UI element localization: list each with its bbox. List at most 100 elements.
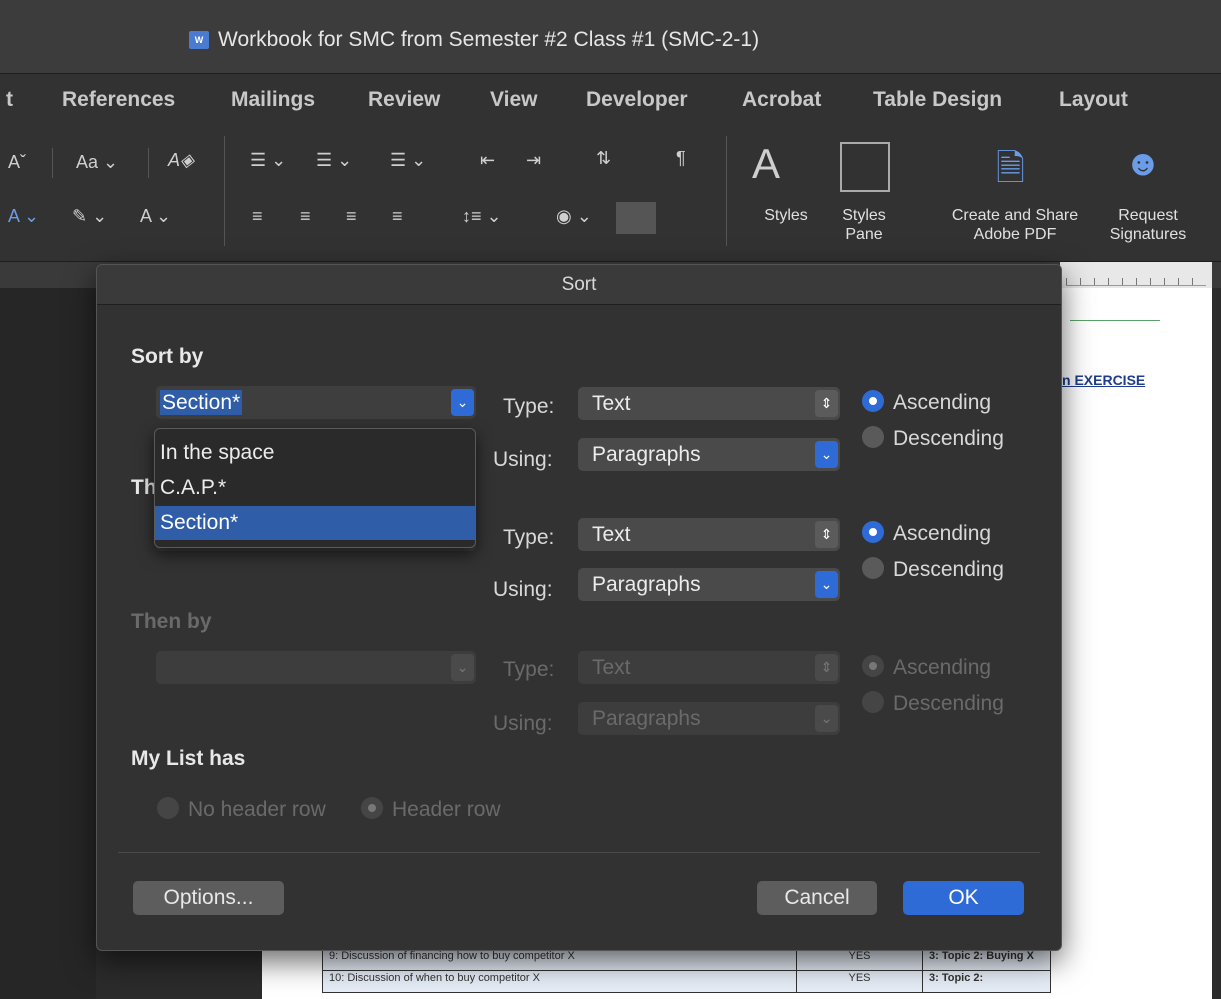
chevron-down-icon: ⌄ (451, 654, 474, 681)
cancel-button[interactable]: Cancel (757, 881, 877, 915)
align-center-icon[interactable]: ≡ (300, 206, 311, 227)
numbering-icon[interactable]: ☰ ⌄ (316, 150, 352, 171)
then-by-descending-label[interactable]: Descending (893, 558, 1004, 582)
then-by-using-value: Paragraphs (592, 573, 701, 596)
text-effects-icon[interactable]: A ⌄ (8, 206, 39, 227)
then-by-type-select[interactable]: Text ⇕ (578, 518, 840, 551)
tab-review[interactable]: Review (368, 88, 440, 112)
sort-by-using-label: Using: (493, 448, 553, 471)
sort-by-column-select[interactable]: Section* ⌄ (156, 386, 476, 419)
then-by-2-using-select: Paragraphs ⌄ (578, 702, 840, 735)
then-by-using-select[interactable]: Paragraphs ⌄ (578, 568, 840, 601)
decrease-indent-icon[interactable]: ⇤ (480, 150, 495, 171)
request-signatures-icon[interactable]: ☻ (1124, 142, 1162, 184)
page-rule (1070, 320, 1160, 321)
updown-chevron-icon[interactable]: ⇕ (815, 521, 838, 548)
header-row-radio (361, 797, 383, 819)
tab-layout[interactable]: Layout (1059, 88, 1128, 112)
then-by-2-column-select: ⌄ (156, 651, 476, 684)
sort-by-dropdown-list[interactable]: In the space C.A.P.* Section* (154, 428, 476, 548)
sort-by-ascending-radio[interactable] (862, 390, 884, 412)
table-row[interactable]: 9: Discussion of financing how to buy co… (322, 948, 1051, 971)
request-signatures-label[interactable]: Request Signatures (1088, 206, 1208, 244)
chevron-down-icon[interactable]: ⌄ (451, 389, 474, 416)
borders-icon[interactable] (616, 202, 656, 234)
sort-icon[interactable]: ⇅ (596, 148, 611, 169)
then-by-2-using-value: Paragraphs (592, 707, 701, 730)
document-margin-area (0, 288, 96, 999)
sort-by-ascending-label[interactable]: Ascending (893, 391, 991, 415)
chevron-down-icon[interactable]: ⌄ (815, 441, 838, 468)
ribbon-tabs: t References Mailings Review View Develo… (0, 74, 1221, 126)
line-spacing-icon[interactable]: ↕≡ ⌄ (462, 206, 502, 227)
then-by-2-ascending-radio (862, 655, 884, 677)
separator (224, 136, 225, 246)
then-by-2-heading: Then by (131, 610, 212, 633)
create-pdf-icon[interactable]: 🗎 (996, 142, 1025, 203)
sort-by-using-value: Paragraphs (592, 443, 701, 466)
styles-pane-icon[interactable] (840, 142, 890, 192)
sort-dialog: Sort (96, 264, 1062, 951)
create-pdf-label[interactable]: Create and Share Adobe PDF (928, 206, 1102, 244)
styles-pane-label[interactable]: Styles Pane (830, 206, 898, 244)
then-by-2-descending-label: Descending (893, 692, 1004, 715)
table-row[interactable]: 10: Discussion of when to buy competitor… (322, 970, 1051, 993)
multilevel-list-icon[interactable]: ☰ ⌄ (390, 150, 426, 171)
separator (726, 136, 727, 246)
word-document-icon: W (189, 31, 209, 49)
sort-by-descending-radio[interactable] (862, 426, 884, 448)
then-by-ascending-label[interactable]: Ascending (893, 522, 991, 546)
dropdown-option[interactable]: C.A.P.* (155, 471, 475, 505)
table-cell: 3: Topic 2: Buying X (922, 948, 1051, 971)
table-cell: YES (796, 948, 923, 971)
align-left-icon[interactable]: ≡ (252, 206, 263, 227)
then-by-2-descending-radio (862, 691, 884, 713)
then-by-2-type-label: Type: (503, 658, 555, 681)
exercise-link[interactable]: n EXERCISE (1062, 372, 1145, 388)
then-by-ascending-radio[interactable] (862, 521, 884, 543)
shading-icon[interactable]: ◉ ⌄ (556, 206, 592, 227)
tab-references[interactable]: References (62, 88, 175, 112)
dialog-title: Sort (97, 265, 1061, 305)
tab-table-design[interactable]: Table Design (873, 88, 1002, 112)
increase-indent-icon[interactable]: ⇥ (526, 150, 541, 171)
chevron-down-icon: ⌄ (815, 705, 838, 732)
tab-mailings[interactable]: Mailings (231, 88, 315, 112)
clear-formatting-icon[interactable]: A◈ (168, 150, 194, 171)
tab-developer[interactable]: Developer (586, 88, 688, 112)
word-app-window: W Workbook for SMC from Semester #2 Clas… (0, 0, 1221, 999)
sort-by-selected-value: Section* (160, 390, 243, 415)
then-by-type-value: Text (592, 523, 631, 546)
change-case-button[interactable]: Aa ⌄ (76, 152, 118, 173)
sort-by-descending-label[interactable]: Descending (893, 427, 1004, 451)
dropdown-option-selected[interactable]: Section* (155, 506, 475, 540)
styles-icon[interactable]: A (752, 140, 780, 188)
updown-chevron-icon[interactable]: ⇕ (815, 390, 838, 417)
justify-icon[interactable]: ≡ (392, 206, 403, 227)
tab-partial[interactable]: t (6, 88, 13, 112)
options-button[interactable]: Options... (133, 881, 284, 915)
sort-by-using-select[interactable]: Paragraphs ⌄ (578, 438, 840, 471)
font-size-increase-icon[interactable]: Aˇ (8, 152, 26, 173)
table-cell: 10: Discussion of when to buy competitor… (322, 970, 797, 993)
then-by-descending-radio[interactable] (862, 557, 884, 579)
sort-by-type-select[interactable]: Text ⇕ (578, 387, 840, 420)
header-row-label: Header row (392, 798, 501, 821)
tab-view[interactable]: View (490, 88, 537, 112)
document-table[interactable]: 9: Discussion of financing how to buy co… (322, 948, 1051, 993)
sort-by-type-value: Text (592, 392, 631, 415)
styles-label[interactable]: Styles (750, 206, 822, 225)
chevron-down-icon[interactable]: ⌄ (815, 571, 838, 598)
dialog-divider (118, 852, 1040, 853)
font-color-icon[interactable]: A ⌄ (140, 206, 171, 227)
highlight-color-icon[interactable]: ✎ ⌄ (72, 206, 107, 227)
table-cell: YES (796, 970, 923, 993)
dropdown-option[interactable]: In the space (155, 436, 475, 470)
ok-button[interactable]: OK (903, 881, 1024, 915)
sort-by-type-label: Type: (503, 395, 555, 418)
tab-acrobat[interactable]: Acrobat (742, 88, 821, 112)
bullets-icon[interactable]: ☰ ⌄ (250, 150, 286, 171)
no-header-row-label: No header row (188, 798, 326, 821)
align-right-icon[interactable]: ≡ (346, 206, 357, 227)
pilcrow-icon[interactable]: ¶ (676, 148, 686, 169)
